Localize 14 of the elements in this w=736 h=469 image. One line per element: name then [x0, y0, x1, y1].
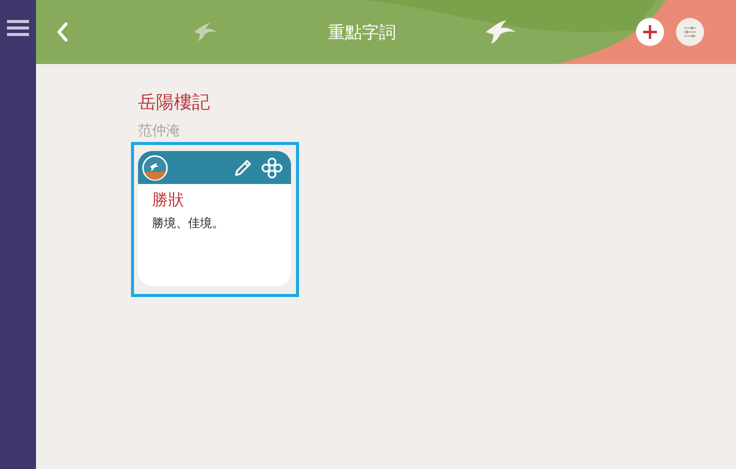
menu-icon[interactable]: [7, 20, 29, 36]
term-text: 勝狀: [152, 190, 185, 211]
bird-badge-icon: [142, 154, 168, 180]
sliders-icon: [683, 26, 697, 38]
bird-icon: [192, 22, 218, 42]
back-icon[interactable]: [56, 22, 68, 42]
flower-icon[interactable]: [261, 156, 283, 178]
author-name: 范仲淹: [138, 122, 181, 140]
pencil-icon[interactable]: [233, 158, 253, 178]
article-title: 岳陽樓記: [138, 91, 211, 114]
word-card[interactable]: 勝狀 勝境、佳境。: [138, 151, 291, 286]
plus-icon: [643, 25, 657, 39]
page-title: 重點字詞: [328, 22, 396, 44]
definition-text: 勝境、佳境。: [152, 215, 225, 232]
